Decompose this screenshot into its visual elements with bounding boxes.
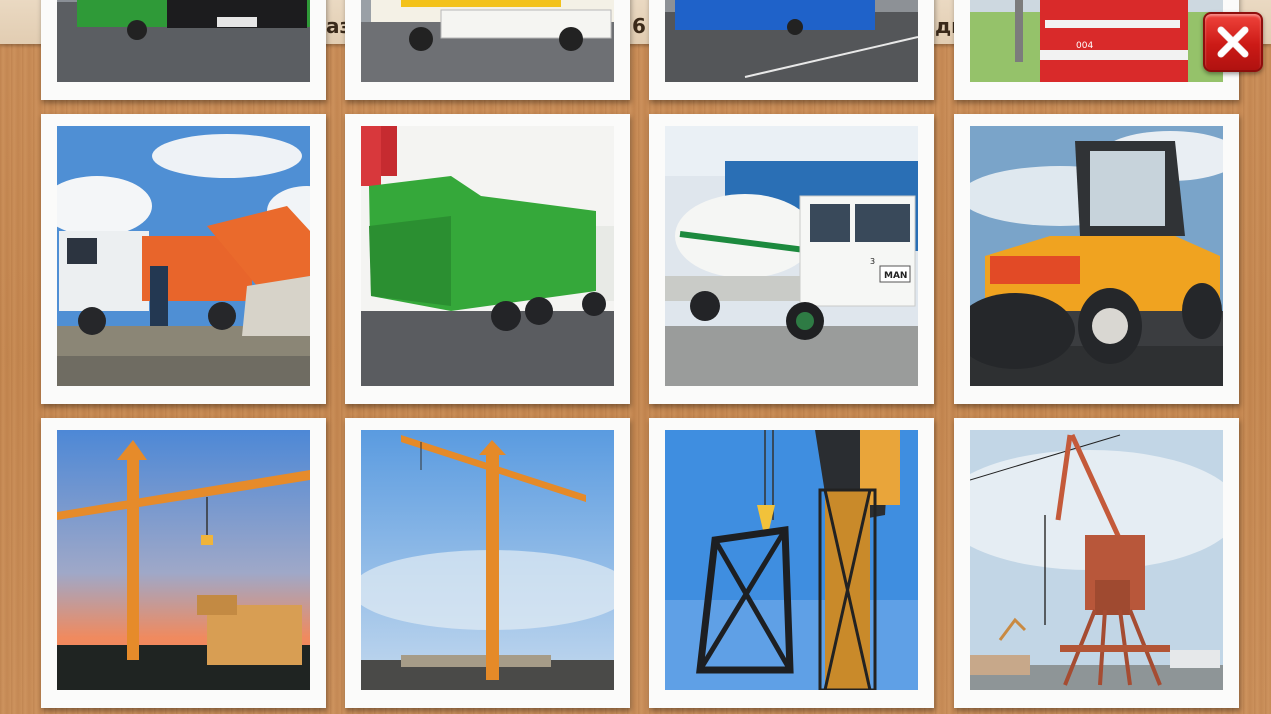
bus-photo [57, 0, 310, 82]
picture-card-road-roller[interactable] [954, 114, 1239, 404]
truck-brand-label: MAN [884, 271, 907, 281]
tower-crane-photo [665, 430, 918, 690]
bus-icon [361, 0, 614, 82]
picture-card-tram[interactable]: 004 [954, 0, 1239, 100]
tower-crane-icon [57, 430, 310, 690]
picture-card-garbage-truck-green[interactable] [345, 114, 630, 404]
road-roller-icon [970, 126, 1223, 386]
garbage-truck-photo [57, 126, 310, 386]
picture-card-bus-yellow[interactable] [345, 0, 630, 100]
picture-card-tower-crane-sunset[interactable] [41, 418, 326, 708]
harbor-crane-photo [970, 430, 1223, 690]
harbor-crane-icon [970, 430, 1223, 690]
bus-photo [665, 0, 918, 82]
tram-icon: 004 [970, 0, 1223, 82]
truck-cab-number: 3 [870, 257, 875, 266]
picture-card-harbor-crane[interactable] [954, 418, 1239, 708]
close-button[interactable] [1203, 12, 1263, 72]
tower-crane-icon [665, 430, 918, 690]
concrete-mixer-icon: MAN 3 [665, 126, 918, 386]
picture-card-garbage-truck-orange[interactable] [41, 114, 326, 404]
tram-photo: 004 [970, 0, 1223, 82]
bus-icon [57, 0, 310, 82]
bus-photo [361, 0, 614, 82]
picture-card-tower-crane-orange[interactable] [345, 418, 630, 708]
tram-number: 004 [1076, 41, 1093, 51]
tower-crane-icon [361, 430, 614, 690]
picture-card-bus-blue[interactable] [649, 0, 934, 100]
tower-crane-photo [57, 430, 310, 690]
picture-card-crane-erecting[interactable] [649, 418, 934, 708]
header-text-fragment-left: аз [326, 14, 346, 38]
bus-icon [665, 0, 918, 82]
tower-crane-photo [361, 430, 614, 690]
picture-card-concrete-mixer[interactable]: MAN 3 [649, 114, 934, 404]
garbage-truck-photo [361, 126, 614, 386]
road-roller-photo [970, 126, 1223, 386]
close-icon [1217, 26, 1249, 58]
concrete-mixer-photo: MAN 3 [665, 126, 918, 386]
garbage-truck-icon [361, 126, 614, 386]
header-text-fragment-right: дн [935, 14, 955, 38]
garbage-truck-icon [57, 126, 310, 386]
picture-card-bus-green[interactable] [41, 0, 326, 100]
header-text-fragment-mid: 6 [632, 14, 646, 38]
